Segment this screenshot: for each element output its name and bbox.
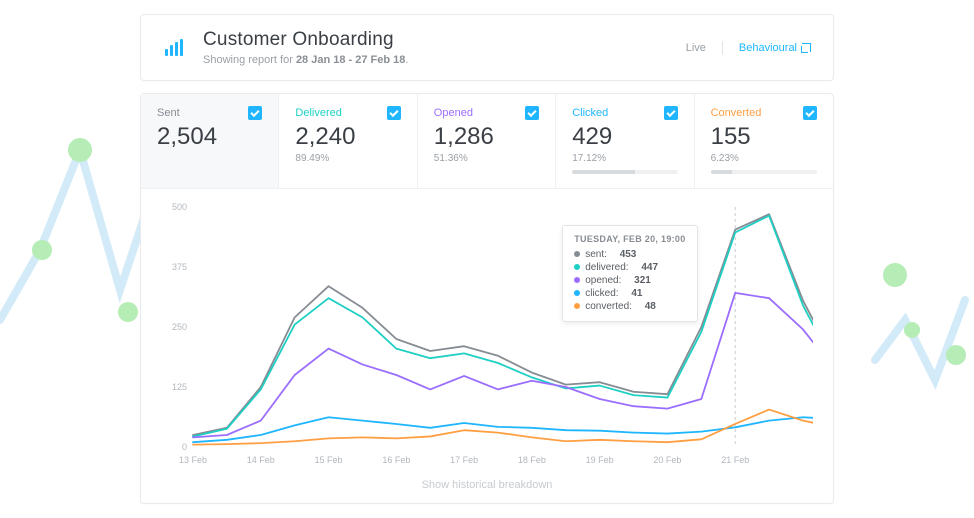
stat-label: Delivered xyxy=(295,107,341,119)
svg-text:375: 375 xyxy=(172,262,187,272)
checkbox-icon[interactable] xyxy=(387,106,401,120)
stats-row: Sent 2,504 Delivered 2,240 89.49% Opened… xyxy=(141,94,833,189)
progress-bar xyxy=(572,170,677,174)
svg-text:13 Feb: 13 Feb xyxy=(179,455,207,465)
bar-chart-icon xyxy=(163,37,185,59)
checkbox-icon[interactable] xyxy=(248,106,262,120)
svg-text:125: 125 xyxy=(172,382,187,392)
divider xyxy=(722,41,723,55)
svg-text:20 Feb: 20 Feb xyxy=(653,455,681,465)
svg-text:21 Feb: 21 Feb xyxy=(721,455,749,465)
stat-label: Sent xyxy=(157,107,180,119)
stat-clicked[interactable]: Clicked 429 17.12% xyxy=(556,94,694,188)
chart-area: 0 125 250 375 500 13 Feb 14 Feb 15 Feb 16 Feb 17 … xyxy=(141,189,833,473)
stat-value: 155 xyxy=(711,123,817,151)
stat-percent: 6.23% xyxy=(711,153,817,164)
svg-text:0: 0 xyxy=(182,442,187,452)
svg-text:14 Feb: 14 Feb xyxy=(247,455,275,465)
stat-delivered[interactable]: Delivered 2,240 89.49% xyxy=(279,94,417,188)
stat-label: Opened xyxy=(434,107,473,119)
show-historical-link[interactable]: Show historical breakdown xyxy=(141,473,833,503)
live-label: Live xyxy=(686,42,706,54)
external-link-icon xyxy=(802,43,811,52)
svg-text:15 Feb: 15 Feb xyxy=(315,455,343,465)
stat-percent: 89.49% xyxy=(295,153,400,164)
svg-text:16 Feb: 16 Feb xyxy=(382,455,410,465)
checkbox-icon[interactable] xyxy=(803,106,817,120)
stat-sent[interactable]: Sent 2,504 xyxy=(141,94,279,188)
svg-text:18 Feb: 18 Feb xyxy=(518,455,546,465)
behavioural-link[interactable]: Behavioural xyxy=(739,42,811,54)
stat-value: 2,240 xyxy=(295,123,400,151)
report-body: Sent 2,504 Delivered 2,240 89.49% Opened… xyxy=(140,93,834,504)
tooltip-title: TUESDAY, FEB 20, 19:00 xyxy=(574,234,685,244)
report-subtitle: Showing report for 28 Jan 18 - 27 Feb 18… xyxy=(203,54,668,66)
stat-label: Converted xyxy=(711,107,762,119)
stat-percent: 51.36% xyxy=(434,153,539,164)
report-header: Customer Onboarding Showing report for 2… xyxy=(140,14,834,81)
svg-text:250: 250 xyxy=(172,322,187,332)
checkbox-icon[interactable] xyxy=(664,106,678,120)
stat-converted[interactable]: Converted 155 6.23% xyxy=(695,94,833,188)
report-title: Customer Onboarding xyxy=(203,29,668,51)
stat-opened[interactable]: Opened 1,286 51.36% xyxy=(418,94,556,188)
checkbox-icon[interactable] xyxy=(525,106,539,120)
stat-value: 2,504 xyxy=(157,123,262,151)
stat-percent: 17.12% xyxy=(572,153,677,164)
chart-tooltip: TUESDAY, FEB 20, 19:00 sent: 453 deliver… xyxy=(562,225,697,322)
svg-text:19 Feb: 19 Feb xyxy=(586,455,614,465)
svg-text:17 Feb: 17 Feb xyxy=(450,455,478,465)
svg-text:500: 500 xyxy=(172,202,187,212)
stat-value: 1,286 xyxy=(434,123,539,151)
progress-bar xyxy=(711,170,817,174)
stat-label: Clicked xyxy=(572,107,608,119)
stat-value: 429 xyxy=(572,123,677,151)
line-chart[interactable]: 0 125 250 375 500 13 Feb 14 Feb 15 Feb 16 Feb 17 … xyxy=(169,199,813,469)
